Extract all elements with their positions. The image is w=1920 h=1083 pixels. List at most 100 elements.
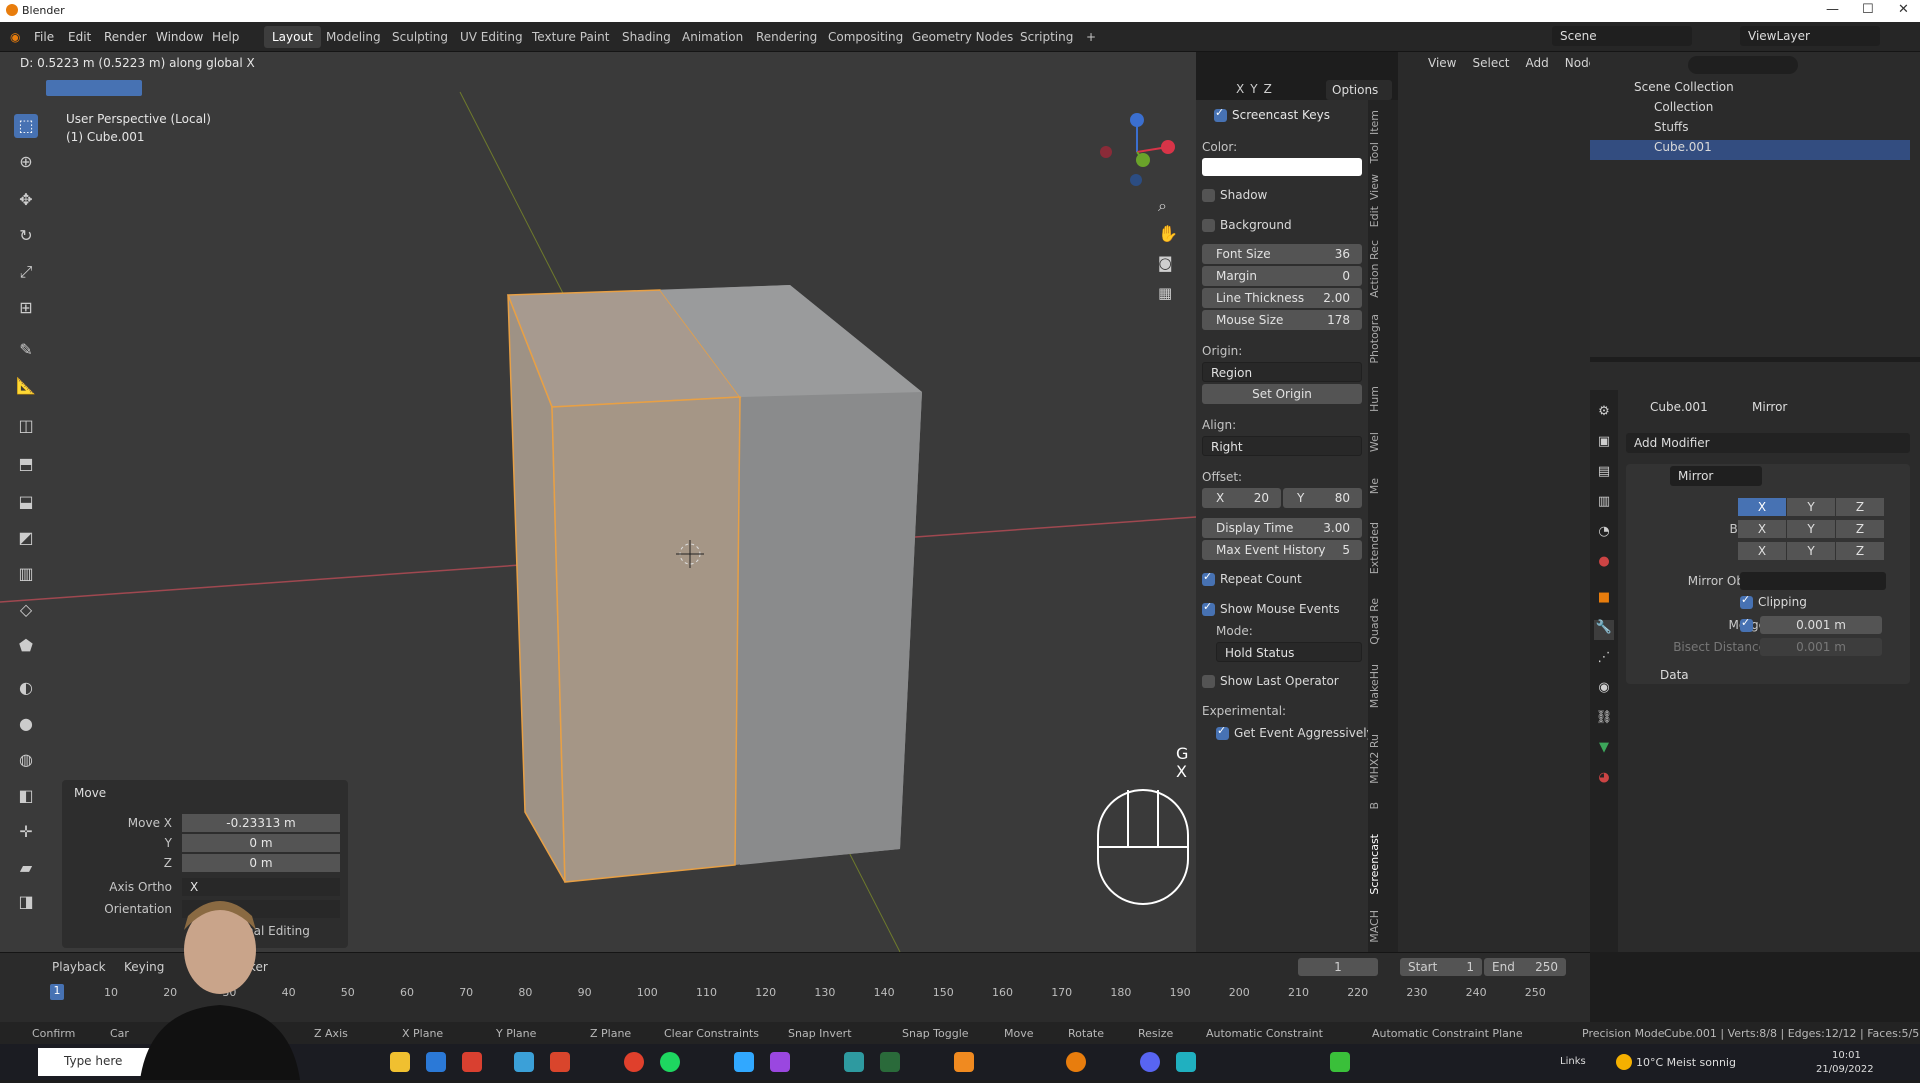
blender-menu-icon[interactable]: ◉ bbox=[10, 30, 20, 44]
scale-tool-icon[interactable]: ⤢ bbox=[14, 260, 38, 284]
bisect-z-button[interactable]: Z bbox=[1836, 520, 1884, 538]
tab-uv-editing[interactable]: UV Editing bbox=[452, 26, 531, 48]
tab-sculpting[interactable]: Sculpting bbox=[384, 26, 456, 48]
flip-x-button[interactable]: X bbox=[1738, 542, 1786, 560]
start-frame-field[interactable]: Start 1 bbox=[1400, 958, 1482, 976]
merge-checkbox[interactable] bbox=[1740, 616, 1753, 632]
maximize-icon[interactable]: ☐ bbox=[1862, 2, 1874, 17]
screencast-enable-checkbox[interactable] bbox=[1214, 106, 1227, 122]
move-panel-title[interactable]: Move bbox=[74, 786, 106, 800]
output-properties-icon[interactable]: ▤ bbox=[1594, 464, 1614, 484]
shear-tool-icon[interactable]: ▰ bbox=[14, 856, 38, 880]
annotate-tool-icon[interactable]: ✎ bbox=[14, 338, 38, 362]
bisect-y-button[interactable]: Y bbox=[1787, 520, 1835, 538]
loop-cut-tool-icon[interactable]: ▥ bbox=[14, 562, 38, 586]
current-frame-field[interactable]: 1 bbox=[1298, 958, 1378, 976]
show-last-operator-checkbox[interactable] bbox=[1202, 675, 1215, 688]
photoshop-icon[interactable] bbox=[734, 1052, 754, 1072]
cursor-tool-icon[interactable]: ⊕ bbox=[14, 150, 38, 174]
add-cube-tool-icon[interactable]: ◫ bbox=[14, 414, 38, 438]
line-thickness-field[interactable]: Line Thickness 2.00 bbox=[1202, 288, 1362, 308]
display-time-field[interactable]: Display Time 3.00 bbox=[1202, 518, 1362, 538]
inset-tool-icon[interactable]: ⬓ bbox=[14, 490, 38, 514]
end-frame-field[interactable]: End 250 bbox=[1484, 958, 1566, 976]
playhead-marker[interactable]: 1 bbox=[50, 984, 64, 1000]
node-menu-add[interactable]: Add bbox=[1526, 56, 1549, 70]
merge-field[interactable]: 0.001 m bbox=[1760, 616, 1882, 634]
poly-build-tool-icon[interactable]: ⬟ bbox=[14, 634, 38, 658]
mouse-size-field[interactable]: Mouse Size 178 bbox=[1202, 310, 1362, 330]
add-workspace-button[interactable]: + bbox=[1078, 26, 1104, 48]
outliner-scene-collection[interactable]: Scene Collection bbox=[1590, 80, 1910, 100]
chrome-icon[interactable] bbox=[624, 1052, 644, 1072]
tab-texture-paint[interactable]: Texture Paint bbox=[524, 26, 617, 48]
view-layer-selector[interactable]: ViewLayer bbox=[1740, 26, 1880, 46]
side-tab-mhx2[interactable]: MHX2 Ru bbox=[1368, 734, 1398, 784]
app-icon-1[interactable] bbox=[462, 1052, 482, 1072]
app-icon-8[interactable] bbox=[1176, 1052, 1196, 1072]
taskbar-links[interactable]: Links bbox=[1560, 1056, 1586, 1067]
render-properties-icon[interactable]: ▣ bbox=[1594, 434, 1614, 454]
add-modifier-dropdown[interactable]: Add Modifier bbox=[1626, 433, 1910, 453]
offset-y-field[interactable]: Y 80 bbox=[1283, 488, 1362, 508]
view-layer-icon[interactable]: ▥ bbox=[1594, 494, 1614, 514]
blender-taskbar-icon[interactable] bbox=[1066, 1052, 1086, 1072]
axis-y-button[interactable]: Y bbox=[1787, 498, 1835, 516]
origin-dropdown[interactable]: Region bbox=[1202, 362, 1362, 382]
side-tab-extended[interactable]: Extended bbox=[1368, 522, 1398, 574]
app-icon-7[interactable] bbox=[954, 1052, 974, 1072]
tab-scripting[interactable]: Scripting bbox=[1012, 26, 1081, 48]
mode-dropdown[interactable]: Hold Status bbox=[1216, 642, 1362, 662]
clipping-checkbox[interactable] bbox=[1740, 593, 1753, 609]
side-tab-edit[interactable]: Edit bbox=[1368, 206, 1398, 227]
move-z-field[interactable]: 0 m bbox=[182, 854, 340, 872]
menu-file[interactable]: File bbox=[34, 30, 54, 44]
side-tab-item[interactable]: Item bbox=[1368, 110, 1398, 135]
side-tab-photogra[interactable]: Photogra bbox=[1368, 314, 1398, 364]
camera-icon[interactable]: ◙ bbox=[1158, 254, 1173, 272]
app-icon-6[interactable] bbox=[880, 1052, 900, 1072]
grid-icon[interactable]: ▦ bbox=[1158, 284, 1172, 302]
taskbar-time[interactable]: 10:01 bbox=[1832, 1050, 1861, 1061]
tab-animation[interactable]: Animation bbox=[674, 26, 751, 48]
mirror-object-field[interactable] bbox=[1740, 572, 1886, 590]
menu-window[interactable]: Window bbox=[156, 30, 203, 44]
align-dropdown[interactable]: Right bbox=[1202, 436, 1362, 456]
scene-properties-icon[interactable]: ◔ bbox=[1594, 524, 1614, 544]
axis-x-button[interactable]: X bbox=[1738, 498, 1786, 516]
app-icon-5[interactable] bbox=[844, 1052, 864, 1072]
margin-field[interactable]: Margin 0 bbox=[1202, 266, 1362, 286]
max-event-history-field[interactable]: Max Event History 5 bbox=[1202, 540, 1362, 560]
repeat-count-checkbox[interactable] bbox=[1202, 570, 1215, 586]
outliner-search-input[interactable] bbox=[1688, 56, 1798, 74]
axis-z-button[interactable]: Z bbox=[1836, 498, 1884, 516]
show-mouse-events-checkbox[interactable] bbox=[1202, 600, 1215, 616]
shadow-checkbox[interactable] bbox=[1202, 189, 1215, 202]
offset-x-field[interactable]: X 20 bbox=[1202, 488, 1281, 508]
data-properties-icon[interactable]: ▼ bbox=[1594, 740, 1614, 760]
menu-edit[interactable]: Edit bbox=[68, 30, 91, 44]
app-icon-4[interactable] bbox=[770, 1052, 790, 1072]
bisect-x-button[interactable]: X bbox=[1738, 520, 1786, 538]
tab-modeling[interactable]: Modeling bbox=[318, 26, 389, 48]
outliner-stuffs[interactable]: Stuffs bbox=[1590, 120, 1910, 140]
background-checkbox[interactable] bbox=[1202, 219, 1215, 232]
taskbar-weather[interactable]: 10°C Meist sonnig bbox=[1636, 1056, 1736, 1069]
color-swatch[interactable] bbox=[1202, 158, 1362, 176]
node-menu-view[interactable]: View bbox=[1428, 56, 1456, 70]
side-tab-action-rec[interactable]: Action Rec bbox=[1368, 240, 1398, 298]
tab-rendering[interactable]: Rendering bbox=[748, 26, 825, 48]
axis-y-toggle[interactable]: Y bbox=[1250, 82, 1257, 96]
font-size-field[interactable]: Font Size 36 bbox=[1202, 244, 1362, 264]
world-properties-icon[interactable]: ● bbox=[1594, 554, 1614, 574]
tab-geometry-nodes[interactable]: Geometry Nodes bbox=[904, 26, 1021, 48]
side-tab-tool[interactable]: Tool bbox=[1368, 142, 1398, 163]
smooth-tool-icon[interactable]: ● bbox=[14, 712, 38, 736]
node-menu-select[interactable]: Select bbox=[1472, 56, 1509, 70]
screencast-panel-title[interactable]: Screencast Keys bbox=[1232, 108, 1330, 122]
app-icon-2[interactable] bbox=[514, 1052, 534, 1072]
edge-slide-tool-icon[interactable]: ◧ bbox=[14, 784, 38, 808]
move-y-field[interactable]: 0 m bbox=[182, 834, 340, 852]
close-icon[interactable]: ✕ bbox=[1898, 2, 1909, 17]
pan-hand-icon[interactable]: ✋ bbox=[1158, 224, 1178, 243]
